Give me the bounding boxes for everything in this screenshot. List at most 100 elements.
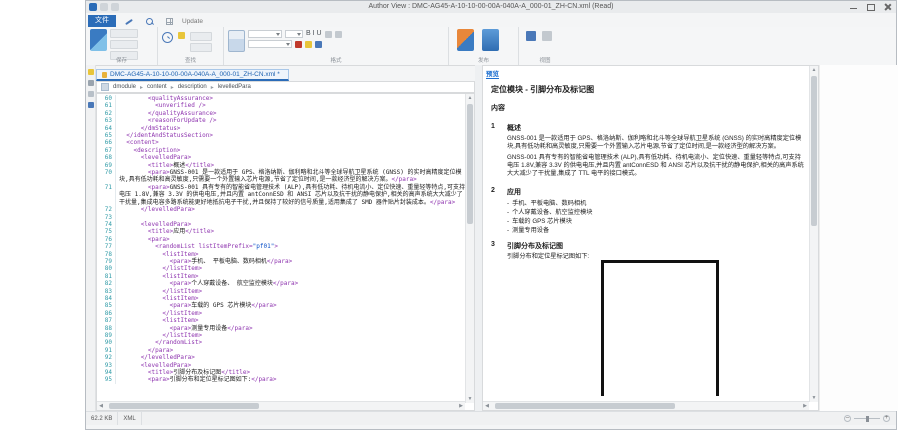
maximize-icon[interactable]	[866, 3, 875, 11]
close-icon[interactable]	[883, 3, 892, 11]
split-view-button[interactable]	[526, 31, 536, 41]
import-button[interactable]	[110, 40, 138, 49]
code-line[interactable]: 91 </para>	[97, 347, 465, 354]
scroll-left-icon[interactable]: ◀	[483, 402, 491, 410]
code-line[interactable]: 61 <unverified />	[97, 102, 465, 109]
bold-italic-underline-buttons[interactable]: B I U	[306, 30, 322, 38]
warning-icon[interactable]	[88, 69, 94, 75]
scrollbar-thumb[interactable]	[467, 104, 473, 224]
code-line[interactable]: 60 <qualityAssurance>	[97, 95, 465, 102]
code-line[interactable]: 70 <para>GNSS-001 是一款适用于 GPS、格洛纳斯、伽利略和北斗…	[97, 169, 465, 184]
code-line[interactable]: 93 <levelledPara>	[97, 362, 465, 369]
font-size-select[interactable]	[285, 30, 303, 38]
code-text	[116, 214, 465, 221]
code-line[interactable]: 62 </qualityAssurance>	[97, 110, 465, 117]
code-line[interactable]: 64 </dmStatus>	[97, 125, 465, 132]
preview-horizontal-scrollbar[interactable]: ◀ ▶	[483, 401, 809, 410]
code-line[interactable]: 77 <randomList listItemPrefix="pf01">	[97, 243, 465, 250]
scroll-up-icon[interactable]: ▲	[810, 66, 818, 74]
style-select[interactable]	[248, 40, 292, 48]
code-line[interactable]: 63 <reasonForUpdate />	[97, 117, 465, 124]
code-line[interactable]: 90 </randomList>	[97, 339, 465, 346]
scrollbar-thumb[interactable]	[811, 76, 817, 226]
code-line[interactable]: 72 </levelledPara>	[97, 206, 465, 213]
outdent-icon[interactable]	[335, 31, 342, 38]
outline-panel-icon[interactable]	[88, 80, 94, 86]
status-doc-type: XML	[118, 412, 141, 425]
goto-button[interactable]	[190, 43, 212, 52]
scroll-down-icon[interactable]: ▼	[810, 394, 818, 402]
highlight-button[interactable]	[305, 41, 312, 48]
code-line[interactable]: 68 <levelledPara>	[97, 154, 465, 161]
app-window: Author View : DMC-AG45-A-10-10-00-00A-04…	[85, 0, 897, 430]
code-line[interactable]: 85 <para>车载的 GPS 芯片模块</para>	[97, 302, 465, 309]
zoom-out-icon[interactable]: –	[844, 415, 851, 422]
scroll-up-icon[interactable]: ▲	[466, 94, 474, 102]
minimize-icon[interactable]	[849, 3, 858, 11]
code-line[interactable]: 89 </listItem>	[97, 332, 465, 339]
styles-button[interactable]	[228, 30, 245, 52]
tab-edit[interactable]	[122, 16, 136, 27]
breadcrumb-item[interactable]: dmodule	[113, 84, 136, 90]
preview-vertical-scrollbar[interactable]: ▲ ▼	[809, 66, 818, 402]
code-line[interactable]: 79 <para>手机、 平板电脑、数码相机</para>	[97, 258, 465, 265]
outline-view-button[interactable]	[542, 31, 552, 41]
tab-file[interactable]: 文件	[88, 15, 116, 27]
scrollbar-thumb[interactable]	[495, 403, 675, 409]
preview-pane[interactable]: 预览 定位模块 - 引脚分布及标记图 内容 1概述GNSS-001 是一款适用于…	[482, 65, 819, 411]
scroll-left-icon[interactable]: ◀	[97, 402, 105, 410]
fill-color-button[interactable]	[315, 41, 322, 48]
code-line[interactable]: 82 <para>个人穿戴设备、 航空监控模块</para>	[97, 280, 465, 287]
breadcrumb-item[interactable]: description	[178, 84, 207, 90]
scroll-right-icon[interactable]: ▶	[457, 402, 465, 410]
bookmark-icon[interactable]	[178, 32, 185, 39]
xml-source-editor[interactable]: 60 <qualityAssurance>61 <unverified />62…	[96, 93, 475, 411]
find-icon[interactable]	[162, 32, 173, 43]
code-line[interactable]: 86 </listItem>	[97, 310, 465, 317]
schema-panel-icon[interactable]	[88, 91, 94, 97]
code-line[interactable]: 67 <description>	[97, 147, 465, 154]
tab-layout[interactable]	[162, 16, 176, 27]
scroll-down-icon[interactable]: ▼	[466, 395, 474, 403]
scrollbar-thumb[interactable]	[109, 403, 259, 409]
tab-search[interactable]	[142, 16, 156, 27]
editor-horizontal-scrollbar[interactable]: ◀ ▶	[97, 401, 465, 410]
line-number: 88	[97, 325, 116, 332]
replace-button[interactable]	[190, 32, 212, 41]
code-line[interactable]: 69 <title>概述</title>	[97, 162, 465, 169]
preview-button[interactable]	[482, 29, 499, 51]
zoom-slider[interactable]	[854, 418, 880, 420]
line-number: 69	[97, 162, 116, 169]
code-line[interactable]: 73	[97, 214, 465, 221]
font-family-select[interactable]	[248, 30, 282, 38]
code-line[interactable]: 71 <para>GNSS-001 具有专有的智能省电管理技术 (ALP),具有…	[97, 184, 465, 206]
line-number: 95	[97, 376, 116, 383]
save-button[interactable]	[90, 29, 107, 51]
code-line[interactable]: 95 <para>引脚分布和定位星标记图如下:</para>	[97, 376, 465, 383]
open-button[interactable]	[110, 29, 138, 38]
chevron-down-icon	[286, 43, 290, 46]
pane-splitter[interactable]	[475, 65, 482, 411]
code-line[interactable]: 78 <listItem>	[97, 251, 465, 258]
breadcrumb-item[interactable]: content	[147, 84, 167, 90]
code-line[interactable]: 66 <content>	[97, 139, 465, 146]
code-line[interactable]: 87 <listItem>	[97, 317, 465, 324]
code-line[interactable]: 80 </listItem>	[97, 265, 465, 272]
bookmarks-panel-icon[interactable]	[88, 102, 94, 108]
scroll-right-icon[interactable]: ▶	[801, 402, 809, 410]
code-line[interactable]: 83 </listItem>	[97, 288, 465, 295]
code-line[interactable]: 75 <title>应用</title>	[97, 228, 465, 235]
code-line[interactable]: 88 <para>测量专用设备</para>	[97, 325, 465, 332]
preview-pane-label[interactable]: 预览	[486, 68, 499, 79]
publish-button[interactable]	[457, 29, 474, 51]
indent-icon[interactable]	[325, 31, 332, 38]
code-line[interactable]: 65 </identAndStatusSection>	[97, 132, 465, 139]
editor-vertical-scrollbar[interactable]: ▲ ▼	[465, 94, 474, 403]
zoom-in-icon[interactable]: +	[883, 415, 890, 422]
breadcrumb-item[interactable]: levelledPara	[218, 84, 251, 90]
code-line[interactable]: 76 <para>	[97, 236, 465, 243]
document-tab[interactable]: DMC-AG45-A-10-10-00-00A-040A-A_000-01_ZH…	[96, 69, 289, 81]
tab-update[interactable]: Update	[182, 18, 203, 27]
code-line[interactable]: 92 </levelledPara>	[97, 354, 465, 361]
font-color-button[interactable]	[295, 41, 302, 48]
